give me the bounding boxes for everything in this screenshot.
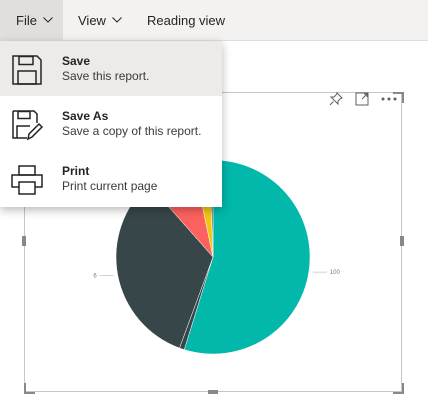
pin-icon[interactable] [328, 91, 344, 112]
chevron-down-icon [43, 17, 53, 23]
data-label: 100 [330, 270, 341, 276]
save-as-subtitle: Save a copy of this report. [62, 124, 202, 138]
resize-handle-right[interactable] [400, 236, 404, 246]
print-subtitle: Print current page [62, 179, 158, 193]
resize-handle-left[interactable] [22, 236, 26, 246]
focus-mode-icon[interactable] [354, 91, 370, 112]
print-title: Print [62, 164, 90, 178]
file-menu-dropdown: Save Save this report. Save As Save a co… [0, 41, 222, 207]
resize-handle-top-right[interactable] [393, 92, 404, 103]
save-title: Save [62, 54, 91, 68]
menu-bar: File View Reading view [0, 0, 428, 41]
reading-view-label: Reading view [147, 12, 226, 28]
file-menu-label: File [16, 12, 37, 28]
save-as-menu-item[interactable]: Save As Save a copy of this report. [0, 96, 222, 151]
save-subtitle: Save this report. [62, 69, 150, 83]
print-menu-item[interactable]: Print Print current page [0, 151, 222, 206]
chevron-down-icon [112, 17, 122, 23]
file-menu-button[interactable]: File [0, 0, 63, 40]
floppy-disk-icon [10, 53, 44, 87]
view-menu-label: View [78, 12, 106, 28]
data-label: 6 [93, 274, 97, 280]
view-menu-button[interactable]: View [68, 0, 132, 40]
visual-header [328, 91, 398, 112]
resize-handle-bottom[interactable] [208, 390, 218, 394]
save-menu-item[interactable]: Save Save this report. [0, 41, 222, 96]
reading-view-button[interactable]: Reading view [137, 0, 235, 40]
save-as-title: Save As [62, 109, 109, 123]
printer-icon [10, 163, 44, 197]
resize-handle-bottom-left[interactable] [24, 383, 35, 394]
floppy-disk-pencil-icon [10, 108, 44, 142]
resize-handle-bottom-right[interactable] [393, 383, 404, 394]
